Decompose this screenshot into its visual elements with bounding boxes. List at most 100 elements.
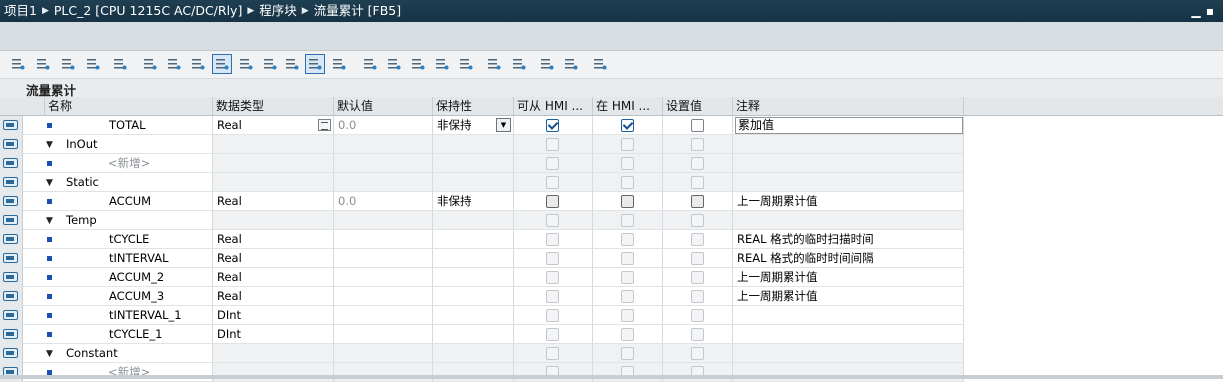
comment-cell[interactable]: REAL 格式的临时时间间隔 [733, 249, 964, 268]
comment-cell[interactable] [733, 154, 964, 173]
default-cell[interactable] [334, 230, 433, 249]
comment-cell[interactable] [733, 344, 964, 363]
retain-cell[interactable]: 非保持 [433, 192, 514, 211]
restore-icon[interactable]: ▪ [1203, 0, 1217, 22]
default-cell[interactable] [334, 135, 433, 154]
retain-cell[interactable] [433, 211, 514, 230]
check-icon[interactable] [456, 54, 476, 74]
retain-cell[interactable] [433, 363, 514, 382]
collapse-arrow-icon[interactable]: ▼ [46, 216, 53, 226]
hmi-visible-checkbox[interactable] [621, 252, 634, 265]
block-properties-icon[interactable] [590, 54, 610, 74]
setpoint-checkbox[interactable] [691, 271, 704, 284]
copy-snapshot-icon[interactable] [432, 54, 452, 74]
collapse-arrow-icon[interactable]: ▼ [46, 140, 53, 150]
retain-cell[interactable] [433, 344, 514, 363]
table-row[interactable]: 10▼Static [0, 173, 1223, 192]
table-row[interactable]: 11ACCUMReal0.0非保持上一周期累计值 [0, 192, 1223, 211]
hmi-access-checkbox[interactable] [546, 157, 559, 170]
name-cell[interactable]: tINTERVAL [23, 249, 213, 268]
name-cell[interactable]: tINTERVAL_1 [23, 306, 213, 325]
hmi-visible-checkbox[interactable] [621, 271, 634, 284]
settings-icon[interactable] [537, 54, 557, 74]
online-values-icon[interactable] [360, 54, 380, 74]
breadcrumb-block[interactable]: 流量累计 [FB5] [314, 0, 401, 22]
hmi-access-checkbox[interactable] [546, 233, 559, 246]
hmi-access-checkbox[interactable] [546, 119, 559, 132]
retain-cell[interactable] [433, 173, 514, 192]
default-cell[interactable] [334, 306, 433, 325]
hmi-access-checkbox[interactable] [546, 138, 559, 151]
hmi-access-checkbox[interactable] [546, 328, 559, 341]
name-cell[interactable]: ▼ InOut [23, 135, 213, 154]
glasses-icon[interactable] [561, 54, 581, 74]
breadcrumb-program-blocks[interactable]: 程序块 [259, 0, 297, 22]
reset-values-icon[interactable] [384, 54, 404, 74]
default-cell[interactable]: 0.0 [334, 116, 433, 135]
table-row[interactable]: 18tCYCLE_1DInt [0, 325, 1223, 344]
delete-row-icon[interactable] [33, 54, 53, 74]
indent-icon[interactable] [484, 54, 504, 74]
retain-cell[interactable]: 非保持 ▼ [433, 116, 514, 135]
table-row[interactable]: 17tINTERVAL_1DInt [0, 306, 1223, 325]
default-cell[interactable] [334, 268, 433, 287]
table-row[interactable]: 8▼InOut [0, 135, 1223, 154]
setpoint-checkbox[interactable] [691, 233, 704, 246]
retain-cell[interactable] [433, 325, 514, 344]
hmi-access-checkbox[interactable] [546, 195, 559, 208]
column-header-comment[interactable]: 注释 [733, 97, 964, 115]
hmi-access-checkbox[interactable] [546, 176, 559, 189]
default-cell[interactable] [334, 325, 433, 344]
datatype-cell[interactable] [213, 173, 334, 192]
setpoint-checkbox[interactable] [691, 157, 704, 170]
setpoint-checkbox[interactable] [691, 328, 704, 341]
collapse-arrow-icon[interactable]: ▼ [46, 178, 53, 188]
setpoint-checkbox[interactable] [691, 138, 704, 151]
hmi-access-checkbox[interactable] [546, 271, 559, 284]
hmi-visible-checkbox[interactable] [621, 233, 634, 246]
compare-icon[interactable] [110, 54, 130, 74]
list-view-icon[interactable] [140, 54, 160, 74]
table-row[interactable]: 7TOTALReal0.0非保持▼累加值 [0, 116, 1223, 135]
hmi-access-checkbox[interactable] [546, 214, 559, 227]
comment-cell[interactable] [733, 306, 964, 325]
datatype-picker-button[interactable] [318, 119, 331, 131]
default-cell[interactable] [334, 344, 433, 363]
datatype-cell[interactable] [213, 154, 334, 173]
hmi-visible-checkbox[interactable] [621, 157, 634, 170]
comment-toggle-icon[interactable] [212, 54, 232, 74]
column-header-default[interactable]: 默认值 [334, 97, 433, 115]
name-cell[interactable]: tCYCLE_1 [23, 325, 213, 344]
default-cell[interactable]: 0.0 [334, 192, 433, 211]
datatype-cell[interactable]: DInt [213, 306, 334, 325]
setpoint-checkbox[interactable] [691, 176, 704, 189]
load-snapshot-icon[interactable] [408, 54, 428, 74]
breadcrumb-project[interactable]: 项目1 [0, 0, 37, 22]
datatype-cell[interactable] [213, 344, 334, 363]
horizontal-scrollbar[interactable] [0, 375, 1223, 379]
hmi-access-checkbox[interactable] [546, 347, 559, 360]
default-cell[interactable] [334, 249, 433, 268]
table-row[interactable]: 12▼Temp [0, 211, 1223, 230]
column-header-hmi-access[interactable]: 可从 HMI ... [514, 97, 593, 115]
table-row[interactable]: 13tCYCLERealREAL 格式的临时扫描时间 [0, 230, 1223, 249]
setpoint-checkbox[interactable] [691, 347, 704, 360]
table-row[interactable]: 15ACCUM_2Real上一周期累计值 [0, 268, 1223, 287]
default-cell[interactable] [334, 363, 433, 382]
insert-below-icon[interactable] [83, 54, 103, 74]
datatype-cell[interactable] [213, 363, 334, 382]
name-cell[interactable]: ACCUM_2 [23, 268, 213, 287]
table-row[interactable]: 20<新增> [0, 363, 1223, 382]
retain-cell[interactable] [433, 135, 514, 154]
setpoint-checkbox[interactable] [691, 252, 704, 265]
comment-cell[interactable]: 上一周期累计值 [733, 268, 964, 287]
column-header-hmi-visible[interactable]: 在 HMI ... [593, 97, 663, 115]
name-cell[interactable]: <新增> [23, 363, 213, 382]
retain-cell[interactable] [433, 268, 514, 287]
table-row[interactable]: 9<新增> [0, 154, 1223, 173]
setpoint-checkbox[interactable] [691, 119, 704, 132]
default-cell[interactable] [334, 287, 433, 306]
name-cell[interactable]: ▼ Temp [23, 211, 213, 230]
hmi-visible-checkbox[interactable] [621, 328, 634, 341]
setpoint-checkbox[interactable] [691, 290, 704, 303]
